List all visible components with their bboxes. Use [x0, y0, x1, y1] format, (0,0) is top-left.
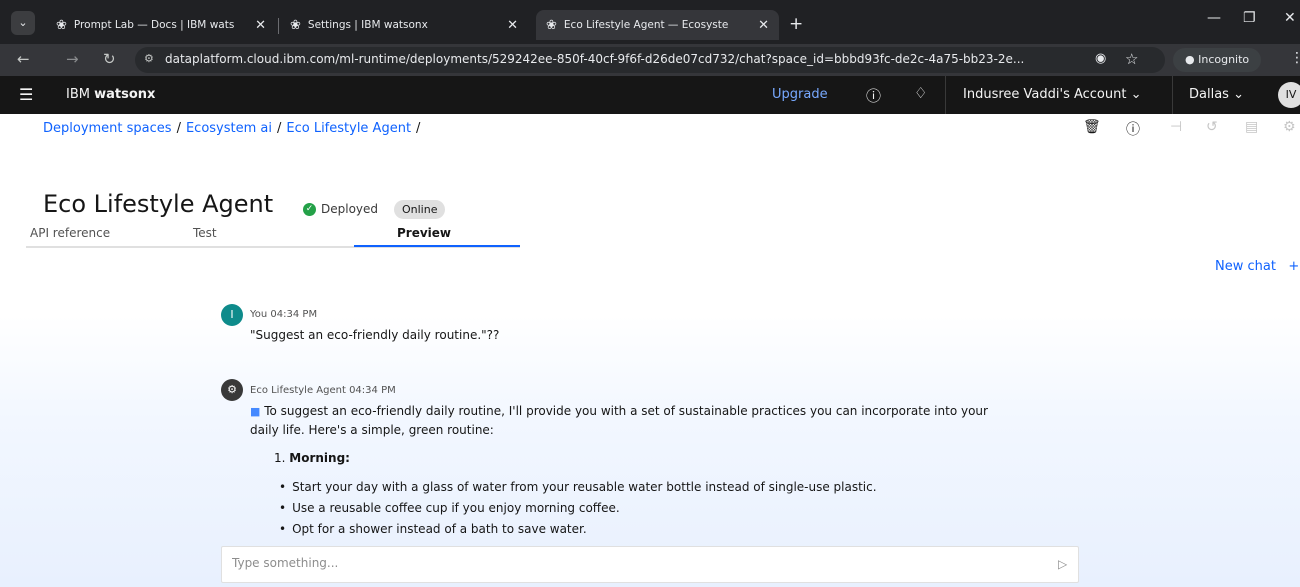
- book-icon: ■: [250, 405, 261, 418]
- robot-icon: ⚙: [221, 379, 243, 401]
- upgrade-link[interactable]: Upgrade: [772, 87, 828, 102]
- plus-icon: +: [1280, 259, 1300, 274]
- bullet-list: Start your day with a glass of water fro…: [279, 477, 877, 540]
- user-avatar-small: I: [221, 304, 243, 326]
- close-icon[interactable]: ✕: [507, 18, 518, 33]
- agent-intro-line-2: daily life. Here's a simple, green routi…: [250, 423, 494, 437]
- list-item: Opt for a shower instead of a bath to sa…: [279, 519, 877, 540]
- send-icon[interactable]: ▷: [1058, 557, 1067, 571]
- incognito-label: Incognito: [1198, 53, 1250, 66]
- chevron-down-icon: ⌄: [1233, 87, 1244, 102]
- hierarchy-icon[interactable]: ⊣: [1170, 119, 1182, 135]
- list-number: 1.: [274, 451, 286, 465]
- app-header: ☰ IBM watsonx Upgrade ⓘ ♢ Indusree Vaddi…: [0, 76, 1300, 114]
- url-text[interactable]: dataplatform.cloud.ibm.com/ml-runtime/de…: [165, 52, 1024, 66]
- checkmark-icon: ✓: [303, 202, 316, 216]
- new-tab-plus-icon[interactable]: +: [789, 14, 803, 34]
- watsonx-favicon-icon: ❀: [546, 17, 557, 33]
- region-switcher[interactable]: Dallas ⌄: [1189, 87, 1244, 102]
- browser-tab-strip: ⌄ ❀ Prompt Lab — Docs | IBM wats ✕ ❀ Set…: [0, 0, 1300, 44]
- browser-tab-eco-lifestyle[interactable]: ❀ Eco Lifestyle Agent — Ecosyste ✕: [536, 10, 779, 40]
- watsonx-favicon-icon: ❀: [290, 17, 301, 33]
- browser-tab-title: Eco Lifestyle Agent — Ecosyste: [563, 19, 729, 31]
- minimize-icon[interactable]: —: [1207, 10, 1221, 26]
- close-icon[interactable]: ✕: [255, 18, 266, 33]
- restore-icon[interactable]: ❐: [1243, 10, 1256, 26]
- incognito-badge[interactable]: ● Incognito: [1173, 48, 1262, 72]
- breadcrumb: Deployment spaces / Ecosystem ai / Eco Lifes…: [43, 121, 425, 136]
- eye-slash-icon[interactable]: ◉: [1095, 51, 1106, 66]
- header-divider: [1172, 76, 1173, 114]
- breadcrumb-eco-lifestyle-agent[interactable]: Eco Lifestyle Agent: [286, 121, 411, 136]
- tab-list: API reference Test Preview: [26, 222, 520, 248]
- user-message-text: "Suggest an eco-friendly daily routine."…: [250, 328, 500, 342]
- brand-prefix: IBM: [66, 87, 90, 102]
- deployment-status: ✓ Deployed: [303, 202, 378, 216]
- window-close-icon[interactable]: ✕: [1284, 10, 1296, 26]
- incognito-icon: ●: [1185, 53, 1195, 66]
- account-switcher[interactable]: Indusree Vaddi's Account ⌄: [963, 87, 1142, 102]
- breadcrumb-ecosystem-ai[interactable]: Ecosystem ai: [186, 121, 272, 136]
- site-info-icon[interactable]: ⚙: [144, 52, 154, 65]
- brand-product: watsonx: [94, 87, 156, 102]
- agent-message-intro: ■ To suggest an eco-friendly daily routi…: [250, 402, 988, 440]
- settings-icon[interactable]: ⚙: [1283, 119, 1296, 135]
- forward-arrow-icon[interactable]: →: [66, 50, 79, 68]
- user-message-meta: You 04:34 PM: [250, 309, 318, 320]
- info-icon[interactable]: ⓘ: [1126, 119, 1140, 139]
- page-title: Eco Lifestyle Agent: [43, 190, 274, 218]
- browser-toolbar: ← → ↻ ⚙ dataplatform.cloud.ibm.com/ml-ru…: [0, 44, 1300, 76]
- browser-tab-settings[interactable]: ❀ Settings | IBM watsonx ✕: [280, 10, 528, 40]
- brand-name[interactable]: IBM watsonx: [66, 87, 155, 102]
- tab-preview[interactable]: Preview: [397, 226, 451, 240]
- browser-tab-title: Prompt Lab — Docs | IBM wats: [73, 19, 235, 31]
- list-item: Use a reusable coffee cup if you enjoy m…: [279, 498, 877, 519]
- list-heading: Morning:: [289, 451, 350, 465]
- history-icon[interactable]: ↺: [1206, 119, 1218, 135]
- browser-tab-title: Settings | IBM watsonx: [307, 19, 428, 31]
- account-name: Indusree Vaddi's Account: [963, 87, 1127, 102]
- tab-divider: [278, 18, 279, 34]
- list-item: Start your day with a glass of water fro…: [279, 477, 876, 498]
- tab-api-reference[interactable]: API reference: [30, 226, 110, 240]
- active-tab-indicator: [354, 245, 520, 247]
- more-vertical-icon[interactable]: ⋮: [1290, 50, 1300, 66]
- comment-icon[interactable]: ▤: [1245, 119, 1258, 135]
- tab-test[interactable]: Test: [193, 226, 217, 240]
- chat-input[interactable]: [232, 556, 1012, 570]
- agent-intro-line-1: To suggest an eco-friendly daily routine…: [264, 404, 988, 418]
- help-icon[interactable]: ⓘ: [866, 85, 881, 106]
- close-icon[interactable]: ✕: [758, 18, 769, 33]
- status-text: Deployed: [321, 202, 379, 216]
- trash-icon[interactable]: 🗑: [1083, 119, 1101, 135]
- watsonx-favicon-icon: ❀: [56, 17, 67, 33]
- browser-tab-prompt-lab[interactable]: ❀ Prompt Lab — Docs | IBM wats ✕: [46, 10, 276, 40]
- list-item-heading: 1. Morning:: [274, 451, 350, 465]
- breadcrumb-separator: /: [416, 121, 421, 136]
- tab-search-chevron-icon[interactable]: ⌄: [11, 11, 35, 35]
- hamburger-menu-icon[interactable]: ☰: [19, 85, 33, 104]
- reload-icon[interactable]: ↻: [103, 50, 116, 68]
- breadcrumb-separator: /: [276, 121, 282, 136]
- back-arrow-icon[interactable]: ←: [17, 50, 30, 68]
- chevron-down-icon: ⌄: [1130, 87, 1142, 102]
- user-avatar[interactable]: IV: [1278, 82, 1300, 108]
- breadcrumb-deployment-spaces[interactable]: Deployment spaces: [43, 121, 172, 136]
- address-bar[interactable]: ⚙ dataplatform.cloud.ibm.com/ml-runtime/…: [135, 47, 1165, 73]
- breadcrumb-separator: /: [176, 121, 181, 136]
- agent-message-meta: Eco Lifestyle Agent 04:34 PM: [250, 385, 396, 396]
- header-divider: [945, 76, 946, 114]
- notification-bell-icon[interactable]: ♢: [914, 84, 927, 102]
- status-badge: Online: [394, 200, 446, 219]
- chat-input-container: ▷: [221, 546, 1079, 583]
- region-name: Dallas: [1189, 87, 1229, 102]
- new-chat-button[interactable]: New chat +: [1215, 259, 1299, 274]
- bookmark-star-icon[interactable]: ☆: [1125, 50, 1138, 68]
- new-chat-label: New chat: [1215, 259, 1276, 274]
